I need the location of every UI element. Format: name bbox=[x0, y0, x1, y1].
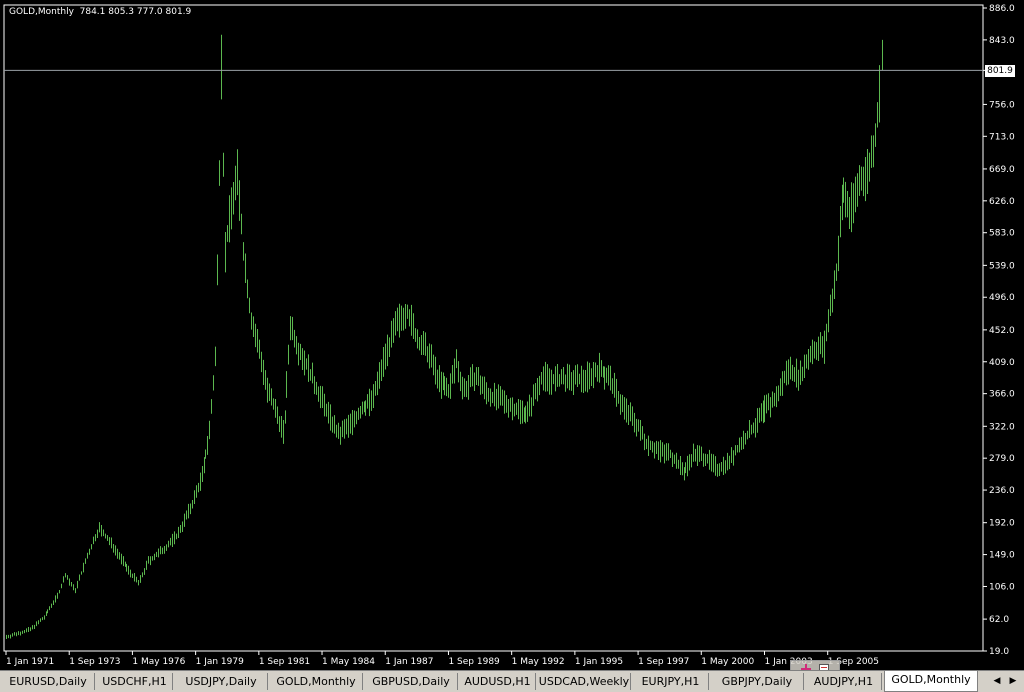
y-tick-label: 366.0 bbox=[989, 390, 1015, 400]
y-tick-label: 322.0 bbox=[989, 422, 1015, 432]
plot-frame bbox=[3, 4, 984, 652]
y-tick-label: 149.0 bbox=[989, 551, 1015, 561]
chart-tab[interactable]: GOLD,Monthly bbox=[884, 671, 978, 692]
x-tick-label: 1 Sep 1973 bbox=[69, 657, 120, 667]
chart-tab[interactable]: EURJPY,H1 bbox=[633, 673, 709, 690]
chart-tab-bar: EURUSD,Daily USDCHF,H1 USDJPY,Daily GOLD,Mo… bbox=[0, 670, 1024, 692]
y-tick-label: 626.0 bbox=[989, 197, 1015, 207]
chart-tab[interactable]: EURUSD,Daily bbox=[2, 673, 95, 690]
x-tick-label: 1 Jan 1987 bbox=[385, 657, 433, 667]
chart-tab[interactable]: AUDJPY,H1 bbox=[806, 673, 882, 690]
chart-tab[interactable]: GBPUSD,Daily bbox=[365, 673, 458, 690]
x-tick-label: 1 Jan 1971 bbox=[6, 657, 54, 667]
chart-tab[interactable]: USDJPY,Daily bbox=[175, 673, 268, 690]
chart-tab[interactable]: GOLD,Monthly bbox=[270, 673, 363, 690]
x-tick-label: 1 May 2000 bbox=[701, 657, 754, 667]
x-tick-label: 1 May 1984 bbox=[322, 657, 375, 667]
y-tick-label: 496.0 bbox=[989, 293, 1015, 303]
chart-tab[interactable]: AUDUSD,H1 bbox=[460, 673, 536, 690]
x-tick-label: 1 May 1976 bbox=[132, 657, 185, 667]
x-tick-label: 1 Sep 1989 bbox=[448, 657, 500, 667]
y-tick-label: 669.0 bbox=[989, 165, 1015, 175]
chart-tab[interactable]: USDCAD,Weekly bbox=[538, 673, 631, 690]
y-tick-label: 886.0 bbox=[989, 4, 1015, 14]
gold-monthly-chart[interactable]: 886.0 843.0 801.9 756.0 713.0 669.0 626.0 583.0… bbox=[0, 0, 1024, 670]
x-tick-label: 1 Sep 1997 bbox=[638, 657, 689, 667]
ohlc-bars bbox=[6, 34, 883, 640]
x-tick-label: 1 Sep 1981 bbox=[259, 657, 310, 667]
y-tick-label: 192.0 bbox=[989, 519, 1015, 529]
y-tick-label: 409.0 bbox=[989, 358, 1015, 368]
x-tick-label: 1 Jan 1979 bbox=[196, 657, 244, 667]
chart-tab[interactable]: USDCHF,H1 bbox=[97, 673, 173, 690]
x-tick-label: 1 May 1992 bbox=[512, 657, 565, 667]
current-price-tag: 801.9 bbox=[985, 65, 1015, 77]
tab-scroll-right-icon[interactable]: ▶ bbox=[1006, 674, 1020, 688]
y-tick-label: 19.0 bbox=[989, 647, 1009, 657]
y-tick-label: 452.0 bbox=[989, 326, 1015, 336]
tab-scroll-left-icon[interactable]: ◀ bbox=[990, 674, 1004, 688]
y-tick-label: 756.0 bbox=[989, 100, 1015, 110]
y-tick-label: 583.0 bbox=[989, 229, 1015, 239]
y-tick-label: 279.0 bbox=[989, 454, 1015, 464]
y-tick-label: 106.0 bbox=[989, 582, 1015, 592]
y-tick-label: 713.0 bbox=[989, 132, 1015, 142]
y-tick-label: 62.0 bbox=[989, 615, 1009, 625]
y-tick-label: 843.0 bbox=[989, 36, 1015, 46]
y-tick-label: 236.0 bbox=[989, 486, 1015, 496]
chart-tab[interactable]: GBPJPY,Daily bbox=[711, 673, 804, 690]
y-tick-label: 539.0 bbox=[989, 261, 1015, 271]
x-tick-label: 1 Jan 1995 bbox=[575, 657, 623, 667]
symbol-ohlc-label: GOLD,Monthly 784.1 805.3 777.0 801.9 bbox=[9, 7, 192, 17]
chart-window[interactable]: 886.0 843.0 801.9 756.0 713.0 669.0 626.0 583.0… bbox=[0, 0, 1024, 670]
